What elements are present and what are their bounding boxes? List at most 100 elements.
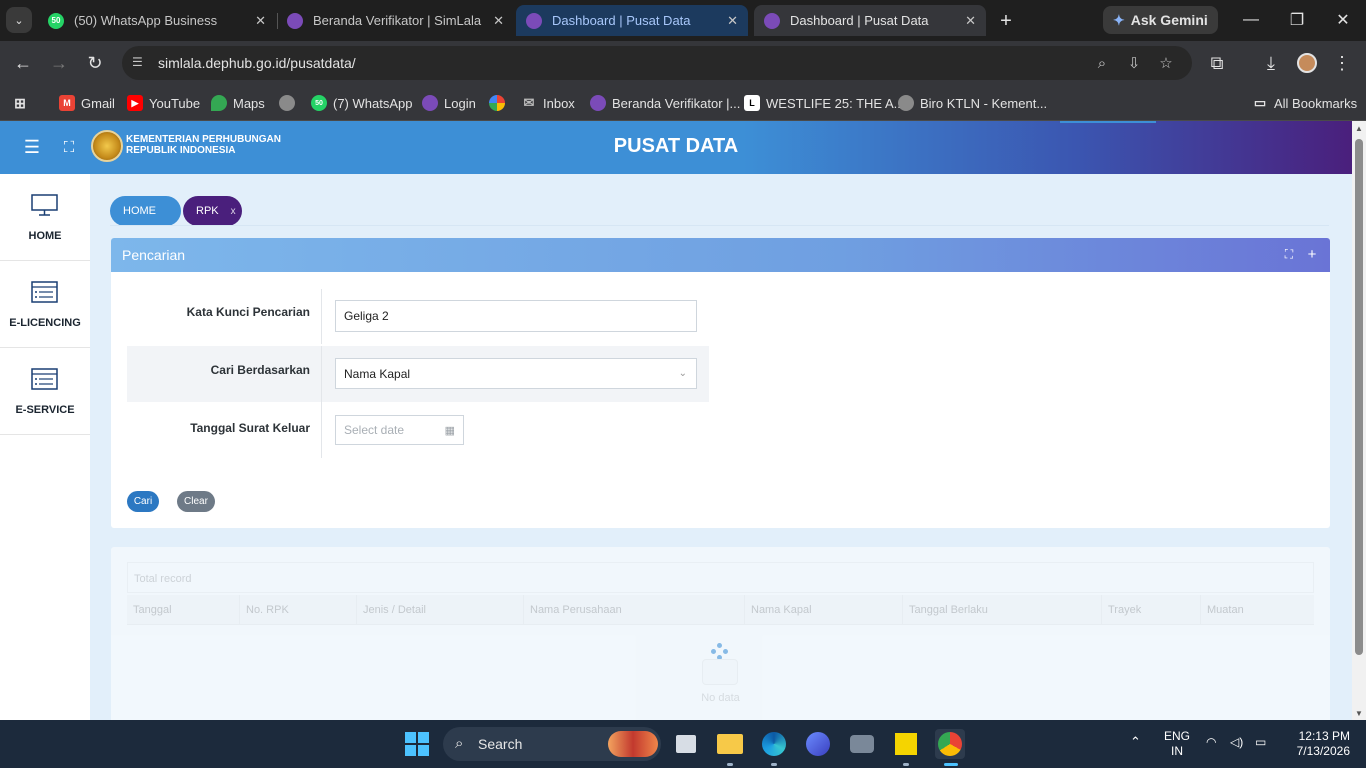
task-view-icon[interactable] [671,729,701,759]
column-header[interactable]: No. RPK [240,595,357,625]
column-header[interactable]: Nama Perusahaan [524,595,745,625]
tab-whatsapp-business[interactable]: 50 (50) WhatsApp Business ✕ [38,5,276,36]
form-row-date: Tanggal Surat Keluar Select date ▦ [127,402,709,458]
gemini-label: Ask Gemini [1130,12,1208,28]
keyword-input[interactable]: Geliga 2 [335,300,697,332]
breadcrumb-home[interactable]: HOME [110,196,181,226]
column-header[interactable]: Tanggal Berlaku [903,595,1102,625]
minimize-button[interactable]: — [1228,0,1274,40]
running-indicator [727,763,733,766]
bookmark-maps[interactable]: Maps [211,93,265,113]
url-text[interactable]: simlala.dephub.go.id/pusatdata/ [158,55,356,71]
ask-gemini-button[interactable]: ✦ Ask Gemini [1103,6,1218,34]
edge-browser-icon[interactable] [759,729,789,759]
search-icon: ⌕ [455,735,464,752]
zoom-icon[interactable]: ⌕ [1092,53,1112,73]
close-icon[interactable]: ✕ [255,13,266,29]
search-by-select[interactable]: Nama Kapal ⌄ [335,358,697,389]
date-placeholder: Select date [344,423,405,437]
whatsapp-icon: 50 [311,95,327,111]
plus-icon[interactable]: + [1305,246,1319,263]
app-icon-blue-swirl[interactable] [803,729,833,759]
youtube-icon: ▶ [127,95,143,111]
column-header[interactable]: Jenis / Detail [357,595,524,625]
scrollbar-thumb[interactable] [1355,139,1363,655]
close-icon[interactable]: ✕ [965,13,976,29]
sidebar-item-home[interactable]: HOME [0,174,90,261]
wifi-icon[interactable]: ◠ [1206,735,1216,749]
search-button[interactable]: Cari [127,491,159,512]
tab-beranda-verifikator[interactable]: Beranda Verifikator | SimLala ✕ [277,5,514,36]
divider [321,289,322,344]
tab-title: (50) WhatsApp Business [74,13,218,28]
restore-button[interactable]: ❐ [1274,0,1320,40]
date-picker-input[interactable]: Select date ▦ [335,415,464,445]
tab-dashboard-pusat-data-active[interactable]: Dashboard | Pusat Data ✕ [754,5,986,36]
expand-icon[interactable]: ⛶ [1282,247,1296,261]
battery-icon[interactable]: ▭ [1255,735,1266,749]
bookmark-label: (7) WhatsApp [333,95,413,111]
install-app-icon[interactable]: ⇩ [1124,53,1144,73]
sidebar-item-e-licencing[interactable]: E-LICENCING [0,261,90,348]
scroll-up-icon[interactable]: ▲ [1352,121,1366,135]
bookmark-gmail[interactable]: M Gmail [59,93,115,113]
bookmark-youtube[interactable]: ▶ YouTube [127,93,200,113]
globe-icon [279,95,295,111]
clear-button[interactable]: Clear [177,491,215,512]
all-bookmarks-button[interactable]: ▭ All Bookmarks [1252,93,1357,113]
menu-icon[interactable]: ⋮ [1328,49,1356,77]
bookmark-whatsapp[interactable]: 50 (7) WhatsApp [311,93,412,113]
page-title: PUSAT DATA [613,135,739,157]
forward-button[interactable]: → [45,49,73,77]
sidebar-item-label: E-LICENCING [9,317,81,329]
bookmark-label: WESTLIFE 25: THE A... [766,95,905,111]
bookmark-inbox[interactable]: ✉ Inbox [521,93,575,113]
address-bar[interactable]: ☰ simlala.dephub.go.id/pusatdata/ ⌕ ⇩ ☆ [122,46,1192,80]
vertical-scrollbar[interactable]: ▲ ▼ [1352,121,1366,720]
bookmark-login[interactable]: Login [422,93,476,113]
file-explorer-icon[interactable] [715,729,745,759]
site-icon [287,12,303,29]
empty-state-text: No data [701,692,740,704]
breadcrumb-rpk[interactable]: RPK x [183,196,242,226]
bookmark-globe[interactable] [279,93,301,113]
tab-search-button[interactable]: ⌄ [6,7,32,33]
back-button[interactable]: ← [9,49,37,77]
camera-icon[interactable] [847,729,877,759]
column-header[interactable]: Trayek [1102,595,1201,625]
tab-dashboard-pusat-data-hover[interactable]: Dashboard | Pusat Data ✕ [516,5,748,36]
bookmark-biro-ktln[interactable]: Biro KTLN - Kement... [898,93,1047,113]
apps-icon[interactable]: ⊞ [12,93,34,113]
taskbar-search[interactable]: ⌕ Search [443,727,661,761]
language-indicator[interactable]: ENG IN [1164,729,1190,759]
chrome-icon[interactable] [935,729,965,759]
pinwheel-icon [489,95,505,111]
bookmark-pinwheel[interactable] [489,93,511,113]
new-tab-button[interactable]: + [993,8,1019,34]
sticky-notes-icon[interactable] [891,729,921,759]
bookmark-westlife[interactable]: L WESTLIFE 25: THE A... [744,93,904,113]
avatar[interactable] [1293,49,1321,77]
tab-title: Dashboard | Pusat Data [552,13,691,28]
windows-start-icon[interactable] [402,729,432,759]
bookmark-star-icon[interactable]: ☆ [1156,53,1176,73]
bookmark-beranda-verifikator[interactable]: Beranda Verifikator |... [590,93,740,113]
extensions-icon[interactable]: ⧉ [1203,49,1231,77]
reload-button[interactable]: ↻ [81,49,109,77]
close-window-button[interactable]: ✕ [1320,0,1366,40]
taskbar: ⌕ Search ⌃ ENG IN ◠ ◁) ▭ 12:13 PM 7/13/2… [0,720,1366,768]
volume-icon[interactable]: ◁) [1230,735,1243,749]
download-icon[interactable]: ⤓ [1257,49,1285,77]
column-header[interactable]: Muatan [1201,595,1314,625]
scroll-down-icon[interactable]: ▼ [1352,706,1366,720]
close-icon[interactable]: ✕ [493,13,504,29]
close-icon[interactable]: ✕ [727,13,738,29]
close-icon[interactable]: x [231,206,236,217]
site-info-icon[interactable]: ☰ [132,55,148,71]
whatsapp-icon: 50 [48,12,64,29]
column-header[interactable]: Nama Kapal [745,595,903,625]
sidebar-item-e-service[interactable]: E-SERVICE [0,348,90,435]
chevron-up-icon[interactable]: ⌃ [1130,734,1141,750]
system-clock[interactable]: 12:13 PM 7/13/2026 [1290,729,1350,759]
column-header[interactable]: Tanggal [127,595,240,625]
